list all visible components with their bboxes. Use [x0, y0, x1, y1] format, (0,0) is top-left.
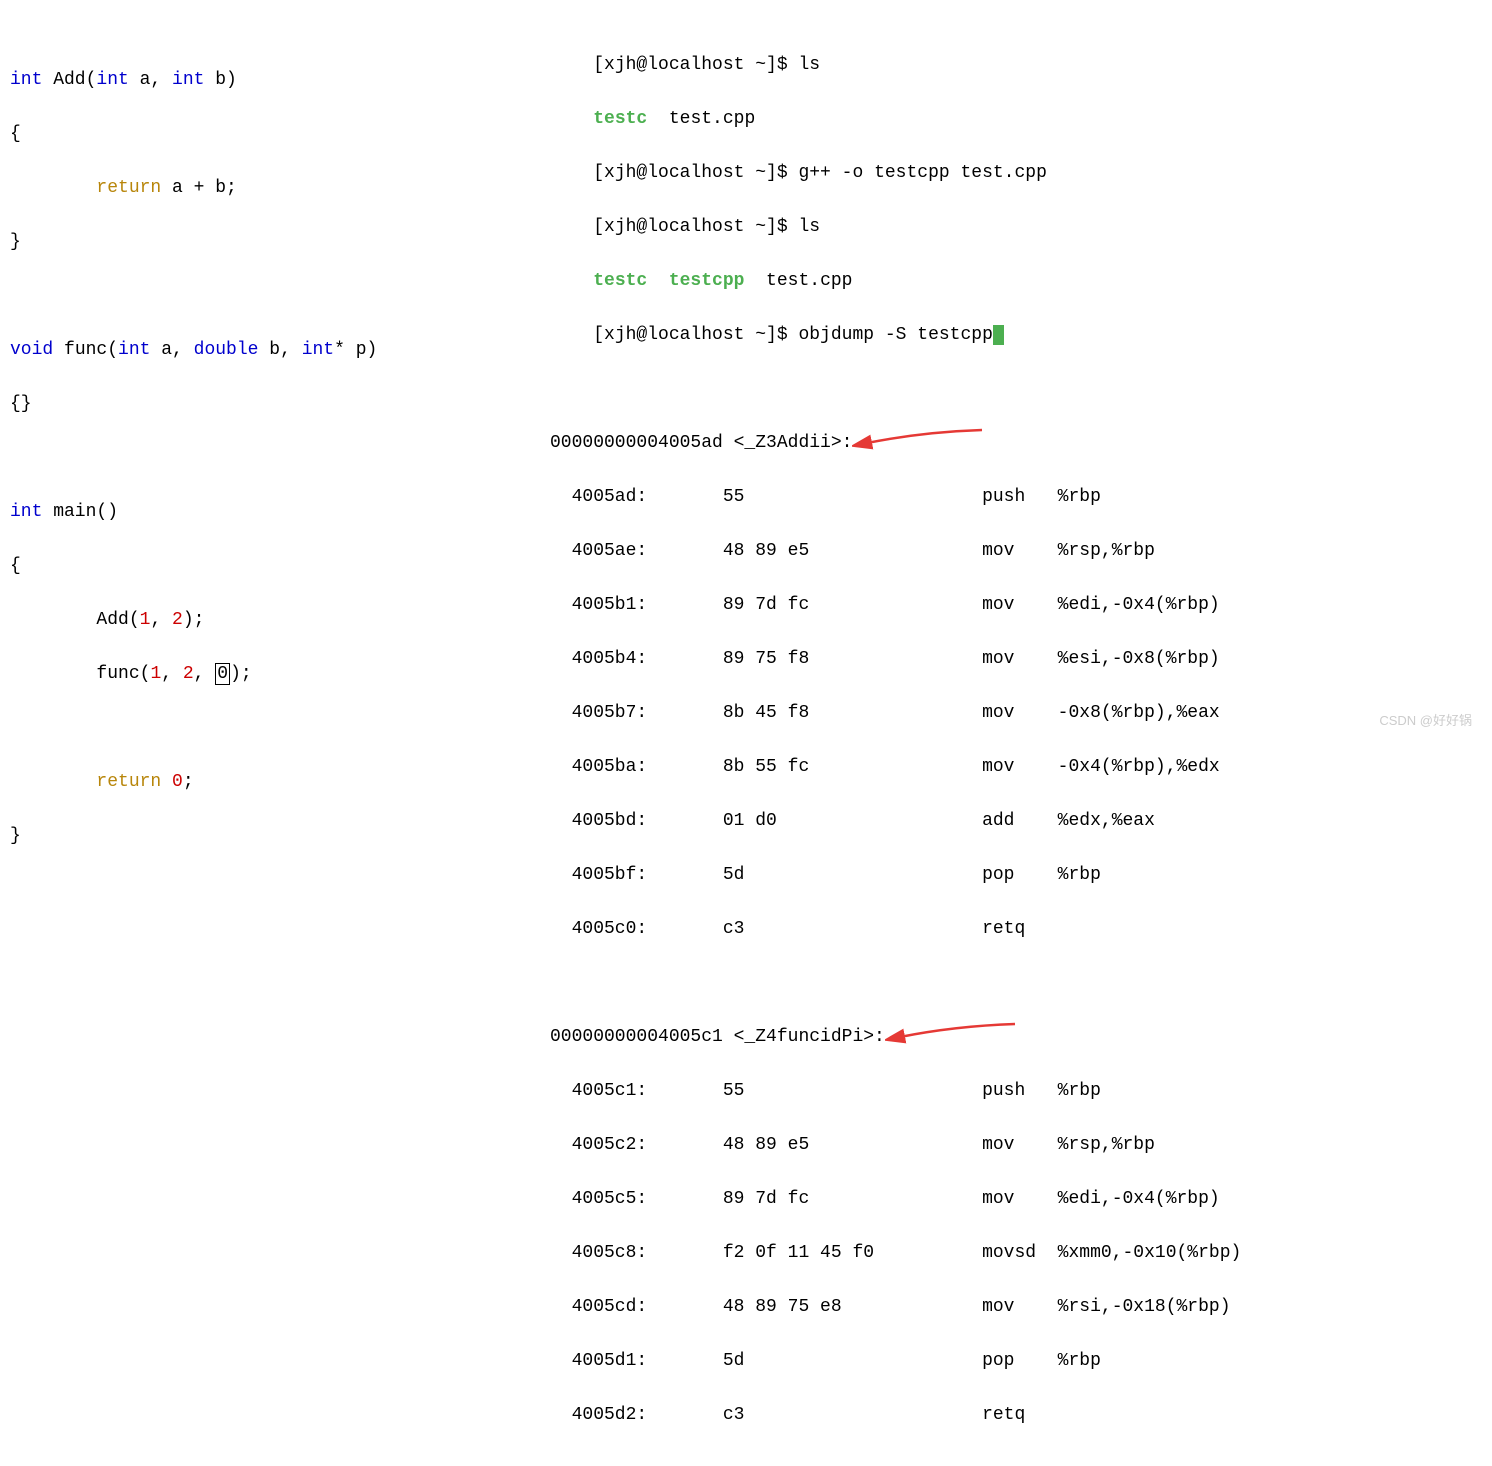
code-line: }	[10, 823, 550, 850]
code-line: {	[10, 121, 550, 148]
asm-line: 4005d1: 5d pop %rbp	[550, 1348, 1482, 1375]
output-line: testc testcpp test.cpp	[550, 268, 1482, 295]
code-line: Add(1, 2);	[10, 607, 550, 634]
asm-header: 00000000004005ad <_Z3Addii>:	[550, 430, 1482, 457]
arrow-icon	[852, 432, 972, 452]
watermark: CSDN @好好锅	[1379, 710, 1472, 729]
asm-line: 4005d2: c3 retq	[550, 1402, 1482, 1429]
asm-line: 4005b7: 8b 45 f8 mov -0x8(%rbp),%eax	[550, 700, 1482, 727]
code-line: return 0;	[10, 769, 550, 796]
arrow-icon	[885, 1026, 1005, 1046]
terminal-panel: [xjh@localhost ~]$ ls testc test.cpp [xj…	[550, 10, 1482, 1456]
blank-line	[550, 376, 1482, 403]
code-line: void func(int a, double b, int* p)	[10, 337, 550, 364]
prompt-line: [xjh@localhost ~]$ ls	[550, 214, 1482, 241]
asm-line: 4005ba: 8b 55 fc mov -0x4(%rbp),%edx	[550, 754, 1482, 781]
asm-line: 4005c5: 89 7d fc mov %edi,-0x4(%rbp)	[550, 1186, 1482, 1213]
blank-line	[10, 715, 550, 742]
asm-line: 4005ae: 48 89 e5 mov %rsp,%rbp	[550, 538, 1482, 565]
prompt-line: [xjh@localhost ~]$ objdump -S testcpp	[550, 322, 1482, 349]
code-line: {}	[10, 391, 550, 418]
asm-line: 4005c8: f2 0f 11 45 f0 movsd %xmm0,-0x10…	[550, 1240, 1482, 1267]
asm-line: 4005bf: 5d pop %rbp	[550, 862, 1482, 889]
code-line: }	[10, 229, 550, 256]
prompt-line: [xjh@localhost ~]$ g++ -o testcpp test.c…	[550, 160, 1482, 187]
asm-line: 4005c2: 48 89 e5 mov %rsp,%rbp	[550, 1132, 1482, 1159]
asm-line: 4005bd: 01 d0 add %edx,%eax	[550, 808, 1482, 835]
asm-line: 4005c1: 55 push %rbp	[550, 1078, 1482, 1105]
output-line: testc test.cpp	[550, 106, 1482, 133]
prompt-line: [xjh@localhost ~]$ ls	[550, 52, 1482, 79]
code-line: int main()	[10, 499, 550, 526]
code-line: return a + b;	[10, 175, 550, 202]
asm-line: 4005b4: 89 75 f8 mov %esi,-0x8(%rbp)	[550, 646, 1482, 673]
blank-line	[10, 445, 550, 472]
source-code-panel: int Add(int a, int b) { return a + b; } …	[10, 10, 550, 1456]
cursor-block	[993, 325, 1004, 345]
asm-line: 4005ad: 55 push %rbp	[550, 484, 1482, 511]
asm-header: 00000000004005c1 <_Z4funcidPi>:	[550, 1024, 1482, 1051]
code-line: {	[10, 553, 550, 580]
blank-line	[10, 283, 550, 310]
code-line: int Add(int a, int b)	[10, 67, 550, 94]
code-line: func(1, 2, 0);	[10, 661, 550, 688]
asm-line: 4005cd: 48 89 75 e8 mov %rsi,-0x18(%rbp)	[550, 1294, 1482, 1321]
asm-line: 4005c0: c3 retq	[550, 916, 1482, 943]
blank-line	[550, 970, 1482, 997]
asm-line: 4005b1: 89 7d fc mov %edi,-0x4(%rbp)	[550, 592, 1482, 619]
